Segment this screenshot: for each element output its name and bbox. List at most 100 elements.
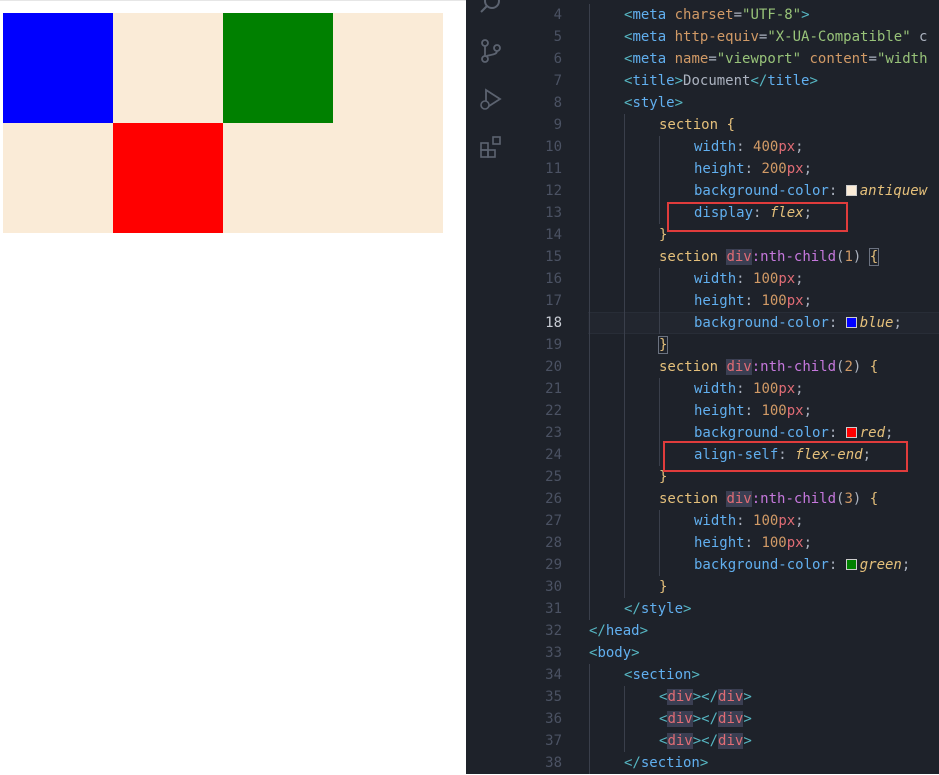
code-line[interactable]: 16 width: 100px; [516,268,939,290]
code-text: <div></div> [589,686,752,708]
code-line[interactable]: 25} [516,466,939,488]
code-token: : [744,293,762,309]
code-token: style [632,95,675,111]
code-token: ; [803,205,813,221]
code-text: } [589,334,669,356]
code-token: = [733,7,743,23]
code-token: div [667,733,693,749]
indent-guide [589,334,624,356]
code-token: > [683,601,692,617]
code-token: width [694,381,737,397]
line-number: 30 [545,579,562,595]
code-token: 2 [844,359,853,375]
code-text: background-color: antiquew [589,180,927,202]
code-line[interactable]: 15 section div:nth-child(1) { [516,246,939,268]
code-token: > [743,689,752,705]
indent-guide [589,532,624,554]
code-token: http-equiv [674,29,759,45]
code-line[interactable]: 32 </head> [516,620,939,642]
code-line[interactable]: 36 <div></div> [516,708,939,730]
code-line[interactable]: 27 width: 100px; [516,510,939,532]
search-icon[interactable] [478,0,504,16]
code-line[interactable]: 9 section { [516,114,939,136]
code-line[interactable]: 11 height: 200px; [516,158,939,180]
source-control-icon[interactable] [478,38,504,64]
code-line[interactable]: 28 height: 100px; [516,532,939,554]
code-line[interactable]: 38 </section> [516,752,939,774]
browser-preview [0,0,466,775]
code-token: div [667,689,693,705]
code-line[interactable]: 12 background-color: antiquew [516,180,939,202]
code-token: div [726,491,752,507]
code-line[interactable]: 5 <meta http-equiv="X-UA-Compatible" c [516,26,939,48]
run-debug-icon[interactable] [478,86,504,112]
indent-guide [589,422,624,444]
extensions-icon[interactable] [478,134,504,160]
code-token: px [778,513,796,529]
color-swatch[interactable] [845,185,857,196]
line-number: 24 [545,447,562,463]
color-swatch[interactable] [845,317,857,328]
code-token: 200 [761,161,787,177]
code-line[interactable]: 33 <body> [516,642,939,664]
code-token: "viewport" [716,51,802,67]
code-line[interactable]: 24 align-self: flex-end; [516,444,939,466]
code-line[interactable]: 10 width: 400px; [516,136,939,158]
code-token: ; [803,161,813,177]
code-token: ; [795,513,804,529]
code-line[interactable]: 20 section div:nth-child(2) { [516,356,939,378]
code-line[interactable]: 22 height: 100px; [516,400,939,422]
code-line[interactable]: 31 </style> [516,598,939,620]
code-line[interactable]: 14} [516,224,939,246]
code-text: <body> [589,642,640,664]
code-line[interactable]: 4 <meta charset="UTF-8"> [516,4,939,26]
code-token: px [786,293,804,309]
line-number: 8 [553,95,562,111]
code-line[interactable]: 29 background-color: green; [516,554,939,576]
indent-guide [624,356,659,378]
code-token: ; [862,447,872,463]
code-line[interactable]: 26 section div:nth-child(3) { [516,488,939,510]
code-token: section [659,117,719,133]
indent-guide [624,224,659,246]
indent-guide [624,202,659,224]
line-number: 15 [545,249,562,265]
code-text: <title>Document</title> [589,70,818,92]
code-token: : [778,447,796,463]
code-line[interactable]: 13 display: flex; [516,202,939,224]
indent-guide [659,510,694,532]
indent-guide [624,422,659,444]
indent-guide [589,510,624,532]
code-line[interactable]: 18 background-color: blue; [516,312,939,334]
line-number: 38 [545,755,562,771]
indent-guide [589,752,624,774]
code-line[interactable]: 19} [516,334,939,356]
indent-guide [659,444,694,466]
code-text: width: 100px; [589,268,804,290]
indent-guide [589,180,624,202]
code-line[interactable]: 6 <meta name="viewport" content="width [516,48,939,70]
indent-guide [624,268,659,290]
color-swatch[interactable] [845,559,857,570]
indent-guide [589,554,624,576]
color-swatch[interactable] [845,427,857,438]
code-line[interactable]: 21 width: 100px; [516,378,939,400]
code-line[interactable]: 17 height: 100px; [516,290,939,312]
indent-guide [589,114,624,136]
code-text: height: 100px; [589,532,812,554]
code-line[interactable]: 37 <div></div> [516,730,939,752]
indent-guide [589,312,624,334]
code-area[interactable]: 4 <meta charset="UTF-8"> 5 <meta http-equiv… [516,0,939,774]
indent-guide [589,202,624,224]
code-line[interactable]: 35 <div></div> [516,686,939,708]
code-token: px [778,381,796,397]
code-line[interactable]: 23 background-color: red; [516,422,939,444]
line-number: 13 [545,205,562,221]
code-line[interactable]: 34 <section> [516,664,939,686]
code-line[interactable]: 30} [516,576,939,598]
code-line[interactable]: 7 <title>Document</title> [516,70,939,92]
code-line[interactable]: 8 <style> [516,92,939,114]
line-number: 16 [545,271,562,287]
code-token: : [736,381,754,397]
